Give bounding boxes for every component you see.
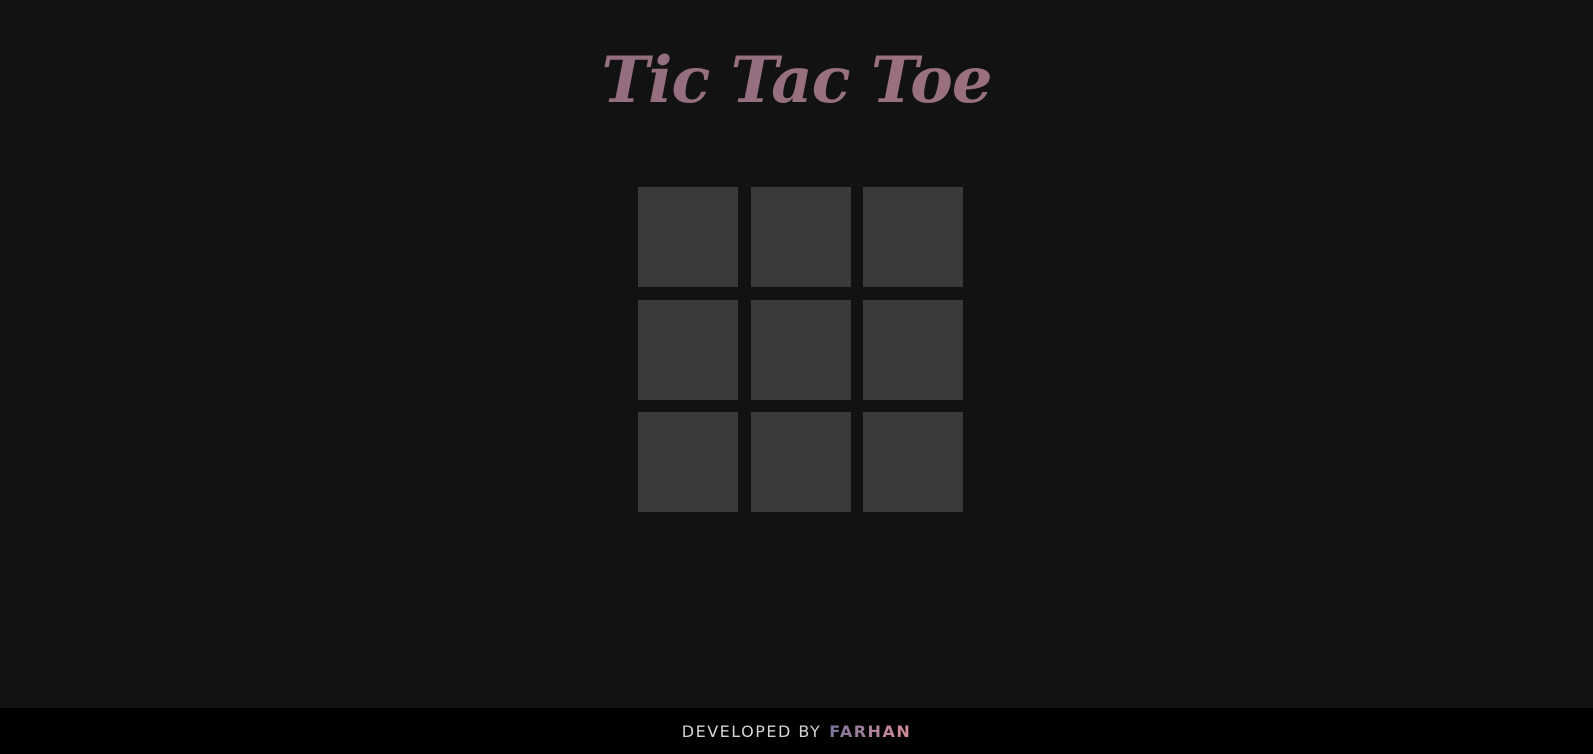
board-cell-5[interactable] (750, 299, 851, 400)
board-cell-1[interactable] (638, 187, 738, 287)
board-cell-3[interactable] (863, 187, 963, 287)
board-cell-2[interactable] (750, 187, 851, 287)
footer-label: DEVELOPED BY (681, 721, 822, 741)
board-cell-8[interactable] (750, 412, 851, 512)
page: Tic Tac Toe DEVELOPED BY FARHAN (0, 0, 1593, 754)
game-title: Tic Tac Toe (0, 36, 1593, 126)
board-cell-4[interactable] (638, 299, 738, 400)
author-name: FARHAN (829, 721, 912, 741)
board-cell-7[interactable] (638, 412, 738, 512)
footer: DEVELOPED BY FARHAN (0, 708, 1593, 754)
game-board (638, 187, 963, 512)
board-cell-9[interactable] (863, 412, 963, 512)
board-cell-6[interactable] (863, 299, 963, 400)
